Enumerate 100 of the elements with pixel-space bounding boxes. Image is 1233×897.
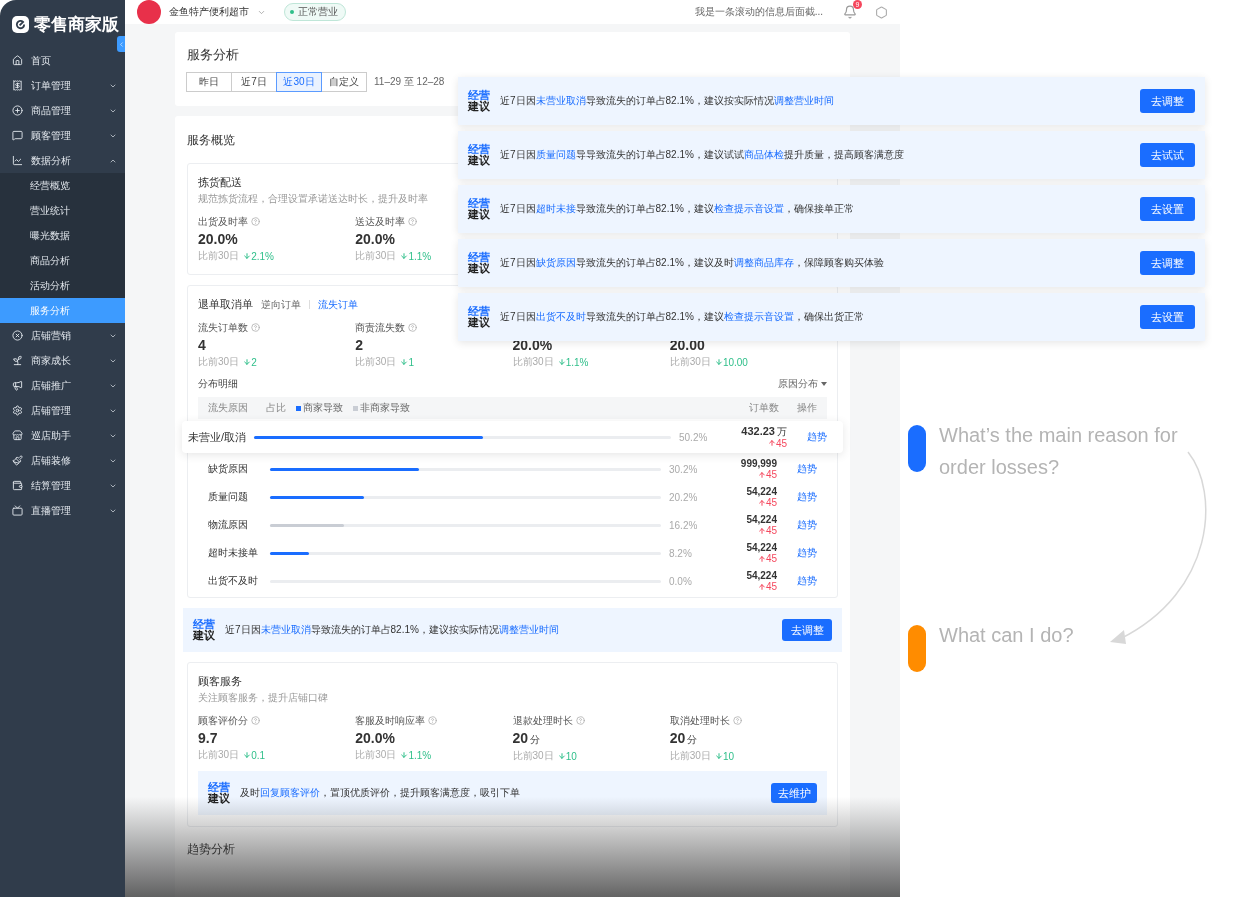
advice-label: 经营 建议 xyxy=(468,306,490,328)
advice-link[interactable]: 调整商品库存 xyxy=(733,257,794,268)
help-icon[interactable] xyxy=(251,323,260,332)
sidebar-subitem[interactable]: 活动分析 xyxy=(0,273,125,298)
trend-link[interactable]: 趋势 xyxy=(777,490,817,504)
help-icon[interactable] xyxy=(428,716,438,725)
advice-link[interactable]: 检查提示音设置 xyxy=(723,311,794,322)
order-tab[interactable]: 逆向订单 xyxy=(261,297,301,312)
sidebar-subitem[interactable]: 曝光数据 xyxy=(0,223,125,248)
arrow-down-icon xyxy=(714,752,723,760)
advice-button[interactable]: 去维护 xyxy=(771,783,817,803)
advice-link[interactable]: 出货不及时 xyxy=(535,311,586,322)
advice-link[interactable]: 检查提示音设置 xyxy=(713,203,784,214)
advice-button[interactable]: 去设置 xyxy=(1140,305,1195,329)
sidebar-item[interactable]: 首页 xyxy=(0,48,125,73)
reason-label: 物流原因 xyxy=(208,518,249,532)
compare-label: 比前30日 xyxy=(198,748,240,762)
arrow-up-icon xyxy=(757,498,766,507)
metric-label: 退款处理时长 xyxy=(512,713,573,728)
trend-link[interactable]: 趋势 xyxy=(777,574,817,588)
advice-text: 近7日因超时未接导致流失的订单占82.1%，建议检查提示音设置，确保接单正常 xyxy=(500,202,855,216)
change-value: 45 xyxy=(757,581,777,592)
advice-button[interactable]: 去调整 xyxy=(1140,251,1195,275)
advice-label: 经营 建议 xyxy=(468,252,490,274)
advice-button[interactable]: 去调整 xyxy=(782,619,832,641)
trend-link[interactable]: 趋势 xyxy=(777,546,817,560)
reason-row[interactable]: 物流原因 16.2% 54,224 45 趋势 xyxy=(198,511,827,539)
chart-icon xyxy=(12,155,23,166)
help-icon[interactable] xyxy=(251,217,260,226)
advice-text: 近7日因未营业取消导致流失的订单占82.1%，建议按实际情况调整营业时间 xyxy=(225,623,560,637)
sidebar-item[interactable]: 店铺推广 xyxy=(0,373,125,398)
help-icon[interactable] xyxy=(732,716,742,725)
range-tab[interactable]: 近30日 xyxy=(276,72,322,92)
share-percent: 50.2% xyxy=(679,431,709,443)
reason-dropdown[interactable]: 原因分布 xyxy=(778,377,827,391)
sidebar-item[interactable]: 数据分析 xyxy=(0,148,125,173)
range-tab[interactable]: 近7日 xyxy=(231,72,277,92)
arrow-down-icon xyxy=(243,358,252,366)
sidebar-item[interactable]: 结算管理 xyxy=(0,473,125,498)
advice-link[interactable]: 缺货原因 xyxy=(535,257,576,268)
advice-link[interactable]: 商品体检 xyxy=(743,149,784,160)
sidebar-item[interactable]: 巡店助手 xyxy=(0,423,125,448)
metric-label: 出货及时率 xyxy=(198,214,248,229)
advice-link[interactable]: 调整营业时间 xyxy=(773,95,834,106)
advice-link[interactable]: 未营业取消 xyxy=(535,95,586,106)
order-tab[interactable]: 流失订单 xyxy=(318,297,358,312)
sidebar-item[interactable]: 店铺装修 xyxy=(0,448,125,473)
arrow-up-icon xyxy=(767,439,776,448)
advice-link[interactable]: 质量问题 xyxy=(535,149,576,160)
reason-label: 未营业/取消 xyxy=(188,429,248,445)
range-tab[interactable]: 自定义 xyxy=(321,72,367,92)
sidebar-item[interactable]: 商品管理 xyxy=(0,98,125,123)
sidebar-item[interactable]: 订单管理 xyxy=(0,73,125,98)
share-percent: 30.2% xyxy=(669,463,699,475)
store-name[interactable]: 金鱼特产便利超市 xyxy=(169,5,249,19)
help-icon[interactable] xyxy=(408,217,418,226)
range-tab[interactable]: 昨日 xyxy=(186,72,232,92)
advice-label: 经营 建议 xyxy=(468,90,490,112)
sidebar-subitem[interactable]: 商品分析 xyxy=(0,248,125,273)
order-count: 54,224 xyxy=(746,486,777,497)
advice-label: 经营 建议 xyxy=(468,144,490,166)
reason-row[interactable]: 未营业/取消 50.2% 432.23 万 45 趋势 xyxy=(182,421,843,453)
trend-link[interactable]: 趋势 xyxy=(777,462,817,476)
bell-icon[interactable] xyxy=(843,5,857,19)
reason-row[interactable]: 缺货原因 30.2% 999,999 45 趋势 xyxy=(198,455,827,483)
metric-value: 20分 xyxy=(669,730,698,747)
page-title: 服务分析 xyxy=(187,46,239,64)
advice-label: 经营 建议 xyxy=(193,619,215,641)
change-value: 45 xyxy=(757,553,777,564)
advice-button[interactable]: 去试试 xyxy=(1140,143,1195,167)
reason-row[interactable]: 出货不及时 0.0% 54,224 45 趋势 xyxy=(198,567,827,595)
home-icon xyxy=(12,55,23,66)
change-value: 45 xyxy=(757,469,777,480)
help-icon[interactable] xyxy=(251,716,260,725)
order-count: 999,999 xyxy=(740,458,777,469)
metric-value: 4 xyxy=(198,337,206,353)
reason-row[interactable]: 质量问题 20.2% 54,224 45 趋势 xyxy=(198,483,827,511)
advice-button[interactable]: 去调整 xyxy=(1140,89,1195,113)
help-icon[interactable] xyxy=(408,323,418,332)
sidebar-item[interactable]: 直播管理 xyxy=(0,498,125,523)
sidebar-item[interactable]: 顾客管理 xyxy=(0,123,125,148)
metric-label: 送达及时率 xyxy=(355,214,406,229)
help-icon[interactable] xyxy=(575,716,585,725)
sidebar-subitem[interactable]: 营业统计 xyxy=(0,198,125,223)
brush-icon xyxy=(12,455,23,466)
sidebar-item[interactable]: 店铺营销 xyxy=(0,323,125,348)
advice-link[interactable]: 回复顾客评价 xyxy=(260,787,320,798)
metric-label: 取消处理时长 xyxy=(669,713,730,728)
sidebar-item[interactable]: 店铺管理 xyxy=(0,398,125,423)
card-title: 拣货配送 xyxy=(198,175,242,190)
trend-link[interactable]: 趋势 xyxy=(787,430,827,444)
reason-row[interactable]: 超时未接单 8.2% 54,224 45 趋势 xyxy=(198,539,827,567)
advice-link[interactable]: 超时未接 xyxy=(535,203,576,214)
change-value: 1.1% xyxy=(400,749,432,761)
advice-button[interactable]: 去设置 xyxy=(1140,197,1195,221)
trend-link[interactable]: 趋势 xyxy=(777,518,817,532)
sidebar-item[interactable]: 商家成长 xyxy=(0,348,125,373)
advice-link[interactable]: 未营业取消 xyxy=(260,624,311,635)
sidebar-subitem[interactable]: 经营概览 xyxy=(0,173,125,198)
advice-link[interactable]: 调整营业时间 xyxy=(498,624,559,635)
